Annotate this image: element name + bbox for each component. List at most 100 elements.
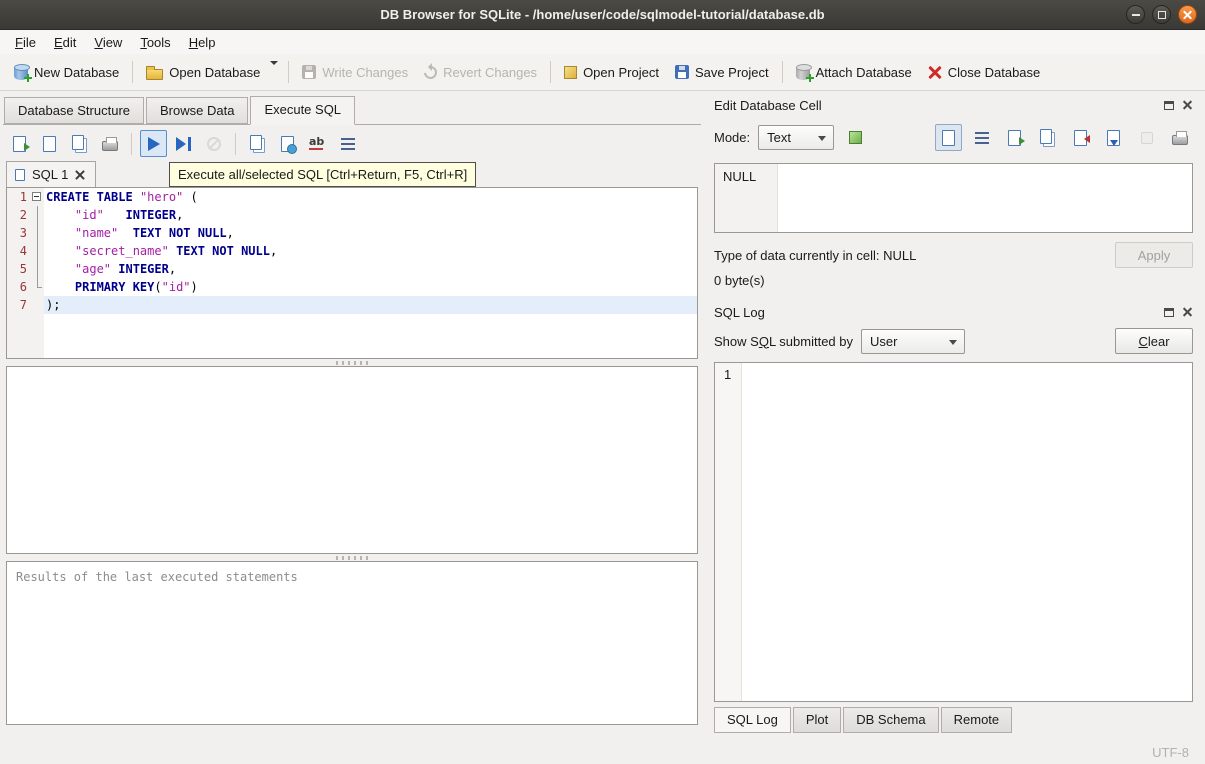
execute-all-button[interactable] bbox=[140, 130, 167, 157]
cell-type-info: Type of data currently in cell: NULL bbox=[714, 247, 917, 263]
save-sql-file-button[interactable] bbox=[36, 130, 63, 157]
float-dock-icon[interactable] bbox=[1164, 307, 1174, 317]
cell-info-row: Type of data currently in cell: NULL App… bbox=[714, 242, 1193, 268]
text-mode-button[interactable] bbox=[935, 124, 962, 151]
print-cell-button[interactable] bbox=[1166, 124, 1193, 151]
menu-bar: File Edit View Tools Help bbox=[0, 30, 1205, 54]
sql-editor[interactable]: 1 CREATE TABLE "hero" (2 "id" INTEGER, 3 "… bbox=[6, 187, 698, 359]
auto-switch-mode-button[interactable] bbox=[842, 124, 869, 151]
splitter-handle[interactable] bbox=[3, 359, 701, 366]
open-project-label: Open Project bbox=[583, 64, 659, 80]
sql-editor-tab[interactable]: SQL 1 bbox=[6, 161, 97, 187]
attach-database-icon bbox=[795, 63, 814, 82]
editor-line[interactable]: 3 "name" TEXT NOT NULL, bbox=[7, 224, 697, 242]
menu-item-tools[interactable]: Tools bbox=[131, 32, 179, 53]
format-sql-icon bbox=[340, 137, 355, 150]
title-bar: DB Browser for SQLite - /home/user/code/… bbox=[0, 0, 1205, 30]
save-results-button[interactable] bbox=[244, 130, 271, 157]
code-line: "age" INTEGER, bbox=[74, 262, 177, 276]
dock-tab-db-schema[interactable]: DB Schema bbox=[843, 707, 939, 733]
new-database-button[interactable]: New Database bbox=[6, 60, 127, 85]
menu-item-edit[interactable]: Edit bbox=[45, 32, 85, 53]
cell-value: NULL bbox=[723, 169, 757, 184]
editor-line[interactable]: 6 PRIMARY KEY("id") bbox=[7, 278, 697, 296]
tab-database-structure[interactable]: Database Structure bbox=[4, 97, 145, 124]
splitter-handle[interactable] bbox=[3, 554, 701, 561]
log-line-number: 1 bbox=[724, 367, 732, 382]
sql-log-filter-select[interactable]: User bbox=[861, 328, 965, 354]
menu-item-file[interactable]: File bbox=[6, 32, 45, 53]
bottom-tabs: SQL Log Plot DB Schema Remote bbox=[714, 707, 1193, 733]
fold-column bbox=[31, 278, 44, 296]
fold-marker-icon[interactable] bbox=[32, 192, 41, 201]
close-dock-icon[interactable] bbox=[1182, 100, 1193, 111]
dock-tab-sql-log[interactable]: SQL Log bbox=[714, 707, 791, 733]
word-wrap-icon bbox=[974, 131, 989, 144]
code-line: ); bbox=[44, 296, 697, 314]
print-sql-icon bbox=[101, 137, 118, 151]
editor-line[interactable]: 2 "id" INTEGER, bbox=[7, 206, 697, 224]
sql-log-area[interactable]: 1 bbox=[714, 362, 1193, 702]
copy-cell-button[interactable] bbox=[1034, 124, 1061, 151]
close-tab-icon[interactable] bbox=[75, 170, 85, 180]
edit-cell-toolbar: Mode: Text bbox=[714, 124, 1193, 151]
menu-item-view[interactable]: View bbox=[85, 32, 131, 53]
editor-line[interactable]: 1 CREATE TABLE "hero" ( bbox=[7, 188, 697, 206]
mode-label: Mode: bbox=[714, 130, 751, 145]
open-project-icon bbox=[564, 65, 578, 79]
editor-line[interactable]: 7); bbox=[7, 296, 697, 314]
menu-item-help[interactable]: Help bbox=[180, 32, 225, 53]
maximize-button[interactable] bbox=[1152, 5, 1171, 24]
revert-changes-icon bbox=[421, 62, 440, 82]
clear-log-button[interactable]: Clear bbox=[1115, 328, 1193, 354]
stop-execution-button bbox=[200, 130, 227, 157]
print-sql-button[interactable] bbox=[96, 130, 123, 157]
open-project-button[interactable]: Open Project bbox=[556, 60, 667, 85]
chevron-down-icon bbox=[270, 61, 279, 80]
execute-current-line-button[interactable] bbox=[170, 130, 197, 157]
open-database-dropdown-button[interactable] bbox=[268, 59, 283, 85]
dock-tab-remote[interactable]: Remote bbox=[940, 707, 1013, 733]
apply-button: Apply bbox=[1115, 242, 1193, 268]
open-database-button[interactable]: Open Database bbox=[138, 59, 268, 85]
import-cell-icon bbox=[1107, 129, 1120, 146]
line-number: 2 bbox=[19, 208, 27, 222]
sql-log-title: SQL Log bbox=[714, 304, 765, 320]
save-project-button[interactable]: Save Project bbox=[667, 60, 777, 85]
main-content: Database Structure Browse Data Execute SQL… bbox=[0, 92, 1205, 741]
execute-sql-tooltip: Execute all/selected SQL [Ctrl+Return, F… bbox=[169, 162, 477, 187]
open-file-in-cell-button[interactable] bbox=[1001, 124, 1028, 151]
right-pane: Edit Database Cell Mode: Text NULL Type … bbox=[704, 92, 1205, 741]
close-dock-icon[interactable] bbox=[1182, 307, 1193, 318]
attach-database-button[interactable]: Attach Database bbox=[788, 60, 920, 85]
results-placeholder: Results of the last executed statements bbox=[16, 570, 298, 584]
editor-line[interactable]: 4 "secret_name" TEXT NOT NULL, bbox=[7, 242, 697, 260]
export-cell-button[interactable] bbox=[1067, 124, 1094, 151]
splitter-dots-icon bbox=[336, 555, 368, 560]
close-button[interactable] bbox=[1178, 5, 1197, 24]
execute-sql-panel: SQL 1 1 CREATE TABLE "hero" (2 "id" INTEG… bbox=[3, 124, 701, 735]
tab-execute-sql[interactable]: Execute SQL bbox=[250, 96, 356, 125]
word-wrap-button[interactable] bbox=[968, 124, 995, 151]
float-dock-icon[interactable] bbox=[1164, 100, 1174, 110]
stop-execution-icon bbox=[206, 136, 221, 151]
results-message-area[interactable]: Results of the last executed statements bbox=[6, 561, 698, 725]
open-sql-file-button[interactable] bbox=[6, 130, 33, 157]
dock-tab-plot[interactable]: Plot bbox=[792, 707, 842, 733]
results-grid[interactable] bbox=[6, 366, 698, 554]
mode-select[interactable]: Text bbox=[758, 125, 835, 150]
export-results-button[interactable] bbox=[274, 130, 301, 157]
tab-browse-data[interactable]: Browse Data bbox=[146, 97, 249, 124]
cell-editor[interactable]: NULL bbox=[714, 163, 1193, 233]
save-sql-as-button[interactable] bbox=[66, 130, 93, 157]
import-cell-button[interactable] bbox=[1100, 124, 1127, 151]
find-replace-button[interactable] bbox=[304, 130, 331, 157]
line-number: 6 bbox=[19, 280, 27, 294]
editor-line[interactable]: 5 "age" INTEGER, bbox=[7, 260, 697, 278]
minimize-button[interactable] bbox=[1126, 5, 1145, 24]
close-database-button[interactable]: Close Database bbox=[920, 60, 1049, 85]
format-sql-button[interactable] bbox=[334, 130, 361, 157]
code-line: "secret_name" TEXT NOT NULL, bbox=[74, 244, 278, 258]
toolbar-separator bbox=[235, 132, 236, 155]
code-line: CREATE TABLE "hero" ( bbox=[46, 190, 198, 204]
